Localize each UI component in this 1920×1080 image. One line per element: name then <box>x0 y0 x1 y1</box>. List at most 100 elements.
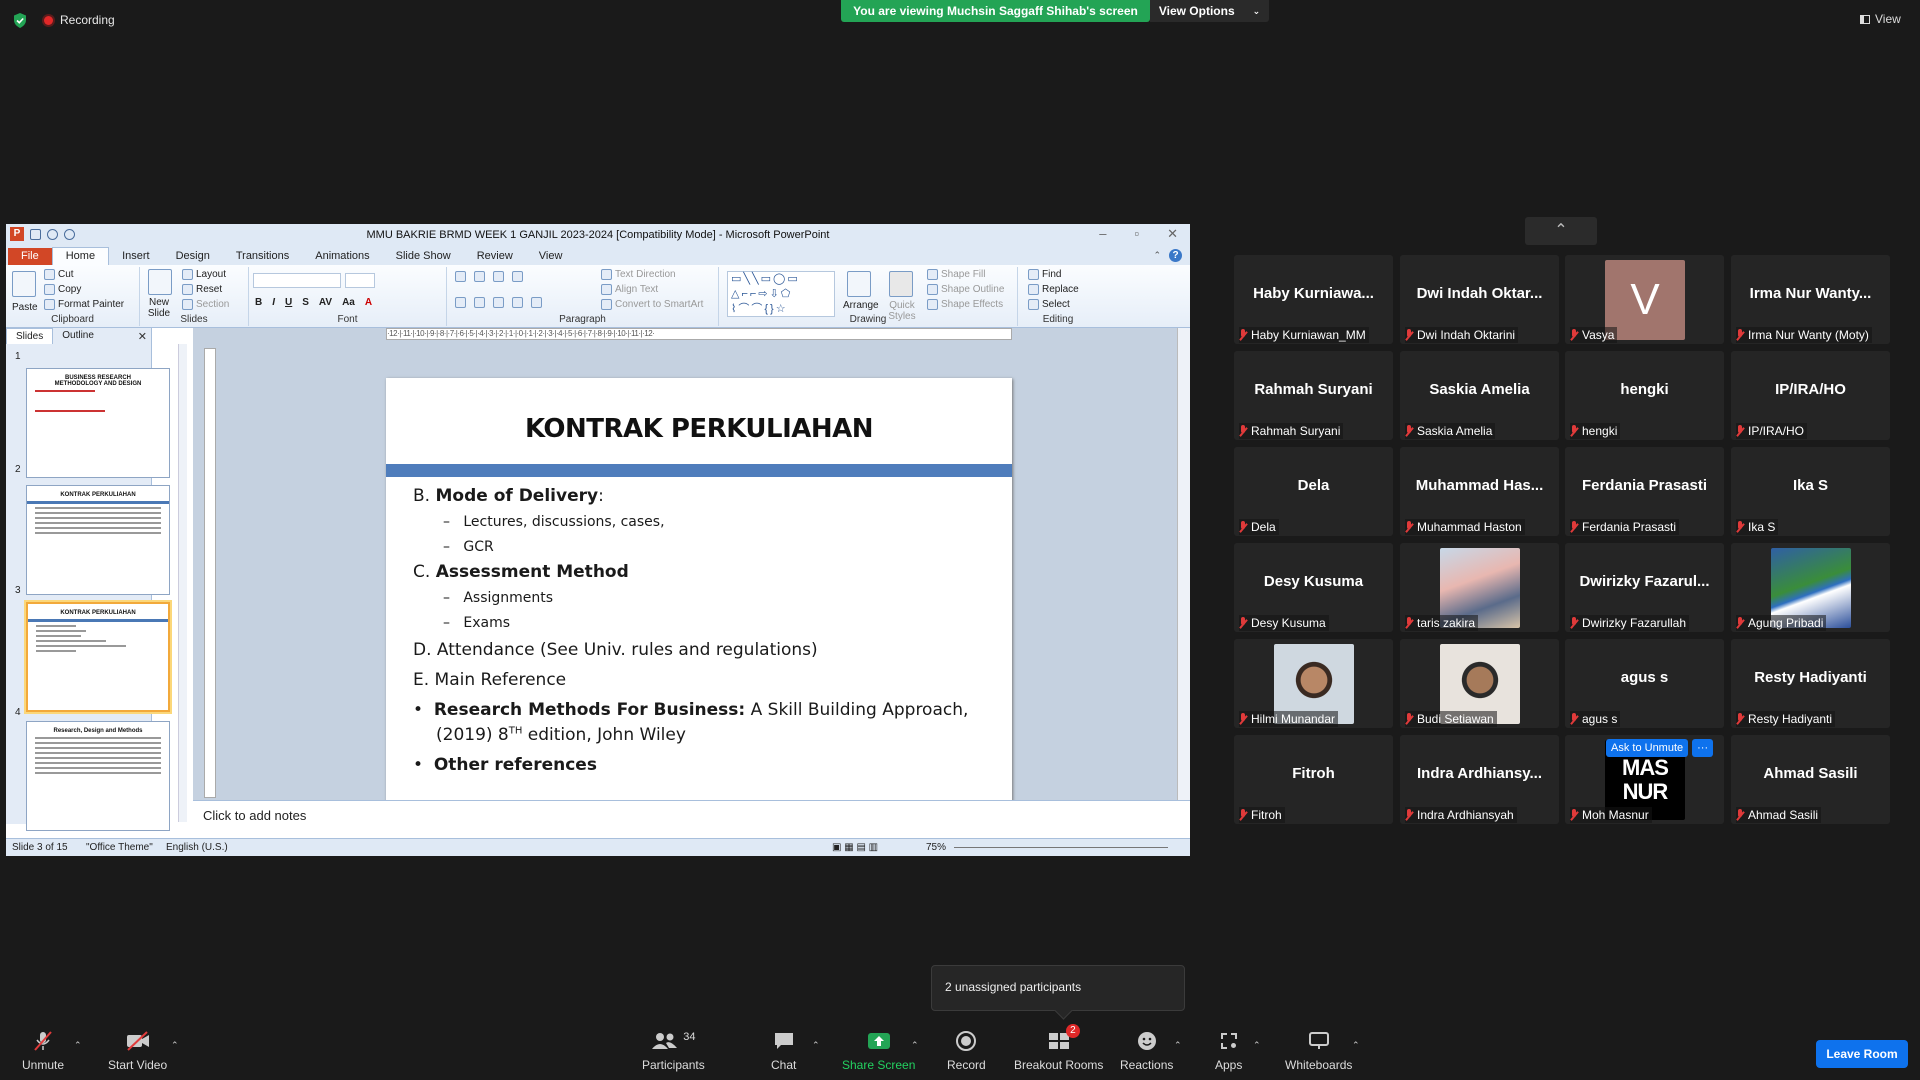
mic-muted-icon <box>32 1030 54 1052</box>
participant-tile[interactable]: Budi Setiawan <box>1400 639 1559 728</box>
mic-muted-icon <box>1239 617 1247 629</box>
slide-thumbnail: BUSINESS RESEARCH METHODOLOGY AND DESIGN <box>26 368 170 478</box>
drawing-group: ▭╲╲▭◯▭ △⌐⌐⇨⇩⬠ ⌇⌒⌒{}☆ Arrange Quick Styles … <box>719 267 1018 326</box>
reactions-button[interactable]: Reactions <box>1120 1030 1173 1072</box>
participant-name: Dwirizky Fazarullah <box>1582 616 1687 630</box>
participant-tile[interactable]: Indra Ardhiansy... Indra Ardhiansyah <box>1400 735 1559 824</box>
participants-button[interactable]: 34 Participants <box>642 1030 705 1072</box>
breakout-rooms-icon: 2 <box>1048 1024 1080 1052</box>
smiley-icon <box>1136 1030 1158 1052</box>
reset-label: Reset <box>196 284 223 295</box>
view-label: View <box>1875 12 1901 26</box>
shape-effects-button: Shape Effects <box>927 299 1003 310</box>
video-caret-icon[interactable]: ⌃ <box>171 1040 179 1051</box>
participant-tile[interactable]: hengki hengki <box>1565 351 1724 440</box>
slides-group: New Slide Layout Reset Section Slides <box>140 267 249 326</box>
record-icon <box>955 1030 977 1052</box>
convert-smartart-label: Convert to SmartArt <box>615 299 704 310</box>
chat-caret-icon[interactable]: ⌃ <box>812 1040 820 1051</box>
participant-name-label: Ika S <box>1736 519 1779 535</box>
recording-indicator[interactable]: Recording <box>44 13 115 27</box>
language: English (U.S.) <box>166 842 228 853</box>
leave-room-button[interactable]: Leave Room <box>1816 1040 1908 1068</box>
section-button: Section <box>182 299 229 310</box>
audio-caret-icon[interactable]: ⌃ <box>74 1040 82 1051</box>
vertical-ruler <box>204 348 216 798</box>
panel-scrollbar <box>178 344 187 822</box>
participant-tile[interactable]: Desy Kusuma Desy Kusuma <box>1234 543 1393 632</box>
tab-transitions: Transitions <box>235 250 290 262</box>
record-button[interactable]: Record <box>947 1030 986 1072</box>
help-icon: ? <box>1169 249 1182 262</box>
align-right-icon <box>493 297 504 308</box>
bullets-icon <box>455 271 466 282</box>
minimize-icon: – <box>1099 226 1107 241</box>
participant-name-label: Dela <box>1239 519 1279 535</box>
whiteboards-button[interactable]: Whiteboards <box>1285 1030 1352 1072</box>
participant-tile[interactable]: Muhammad Has... Muhammad Haston <box>1400 447 1559 536</box>
format-painter-label: Format Painter <box>58 299 125 310</box>
more-options-button[interactable]: ··· <box>1692 739 1714 757</box>
participant-name-label: Hilmi Munandar <box>1239 711 1339 727</box>
ask-to-unmute-button[interactable]: Ask to Unmute <box>1606 739 1689 757</box>
unassigned-participants-tooltip[interactable]: 2 unassigned participants <box>931 965 1185 1011</box>
mic-muted-icon <box>1736 713 1744 725</box>
reactions-caret-icon[interactable]: ⌃ <box>1174 1040 1182 1051</box>
hide-gallery-toggle[interactable]: ⌃ <box>1525 217 1597 245</box>
participant-display-name: Dwirizky Fazarul... <box>1579 573 1710 590</box>
security-shield-icon[interactable] <box>13 13 27 28</box>
share-caret-icon[interactable]: ⌃ <box>911 1040 919 1051</box>
numbering-icon <box>474 271 485 282</box>
participant-tile[interactable]: V Vasya <box>1565 255 1724 344</box>
participant-display-name: Ahmad Sasili <box>1763 765 1858 782</box>
participant-name-label: Muhammad Haston <box>1405 519 1525 535</box>
replace-label: Replace <box>1042 284 1079 295</box>
participant-tile[interactable]: Ahmad Sasili Ahmad Sasili <box>1731 735 1890 824</box>
participant-tile[interactable]: Haby Kurniawa... Haby Kurniawan_MM <box>1234 255 1393 344</box>
quick-styles-icon <box>889 271 913 297</box>
pen-icon <box>927 284 938 295</box>
participant-display-name: hengki <box>1620 381 1669 398</box>
shape-outline-button: Shape Outline <box>927 284 1004 295</box>
participant-tile[interactable]: agus s agus s <box>1565 639 1724 728</box>
apps-caret-icon[interactable]: ⌃ <box>1253 1040 1261 1051</box>
participant-name: Ferdania Prasasti <box>1582 520 1677 534</box>
participant-name-label: Dwi Indah Oktarini <box>1405 327 1519 343</box>
thumb-line <box>35 512 161 514</box>
participant-tile[interactable]: Dela Dela <box>1234 447 1393 536</box>
participant-name: Dela <box>1251 520 1276 534</box>
participant-tile[interactable]: Hilmi Munandar <box>1234 639 1393 728</box>
participant-tile[interactable]: Ika S Ika S <box>1731 447 1890 536</box>
reference-item: • Research Methods For Business: A Skill… <box>413 700 968 720</box>
participant-tile[interactable]: Irma Nur Wanty... Irma Nur Wanty (Moty) <box>1731 255 1890 344</box>
dash-icon: – <box>443 590 450 606</box>
participant-tile[interactable]: Rahmah Suryani Rahmah Suryani <box>1234 351 1393 440</box>
section-b-prefix: B. <box>413 486 436 506</box>
slide-title-bar <box>386 464 1012 477</box>
chat-button[interactable]: Chat <box>771 1030 796 1072</box>
participant-tile[interactable]: Saskia Amelia Saskia Amelia <box>1400 351 1559 440</box>
participant-tile[interactable]: IP/IRA/HO IP/IRA/HO <box>1731 351 1890 440</box>
participant-tile[interactable]: Resty Hadiyanti Resty Hadiyanti <box>1731 639 1890 728</box>
participant-tile[interactable]: Dwirizky Fazarul... Dwirizky Fazarullah <box>1565 543 1724 632</box>
new-slide-icon <box>148 269 172 295</box>
view-button[interactable]: View <box>1860 12 1901 26</box>
whiteboards-caret-icon[interactable]: ⌃ <box>1352 1040 1360 1051</box>
participant-display-name: Irma Nur Wanty... <box>1749 285 1872 302</box>
view-options-button[interactable]: View Options ⌄ <box>1150 0 1269 22</box>
breakout-rooms-button[interactable]: 2 Breakout Rooms <box>1014 1024 1103 1072</box>
other-references: Other references <box>433 755 597 775</box>
participant-tile[interactable]: Fitroh Fitroh <box>1234 735 1393 824</box>
share-screen-button[interactable]: Share Screen <box>842 1030 915 1072</box>
unmute-button[interactable]: Unmute <box>22 1030 64 1072</box>
apps-button[interactable]: Apps <box>1215 1030 1242 1072</box>
participant-tile[interactable]: Ferdania Prasasti Ferdania Prasasti <box>1565 447 1724 536</box>
thumb-line <box>35 737 161 739</box>
participant-tile[interactable]: Agung Pribadi <box>1731 543 1890 632</box>
participant-name-label: Rahmah Suryani <box>1239 423 1344 439</box>
participant-tile[interactable]: taris zakira <box>1400 543 1559 632</box>
participant-tile[interactable]: Dwi Indah Oktar... Dwi Indah Oktarini <box>1400 255 1559 344</box>
maximize-icon: ▫ <box>1134 226 1140 241</box>
start-video-button[interactable]: Start Video <box>108 1030 167 1072</box>
participant-name: IP/IRA/HO <box>1748 424 1805 438</box>
